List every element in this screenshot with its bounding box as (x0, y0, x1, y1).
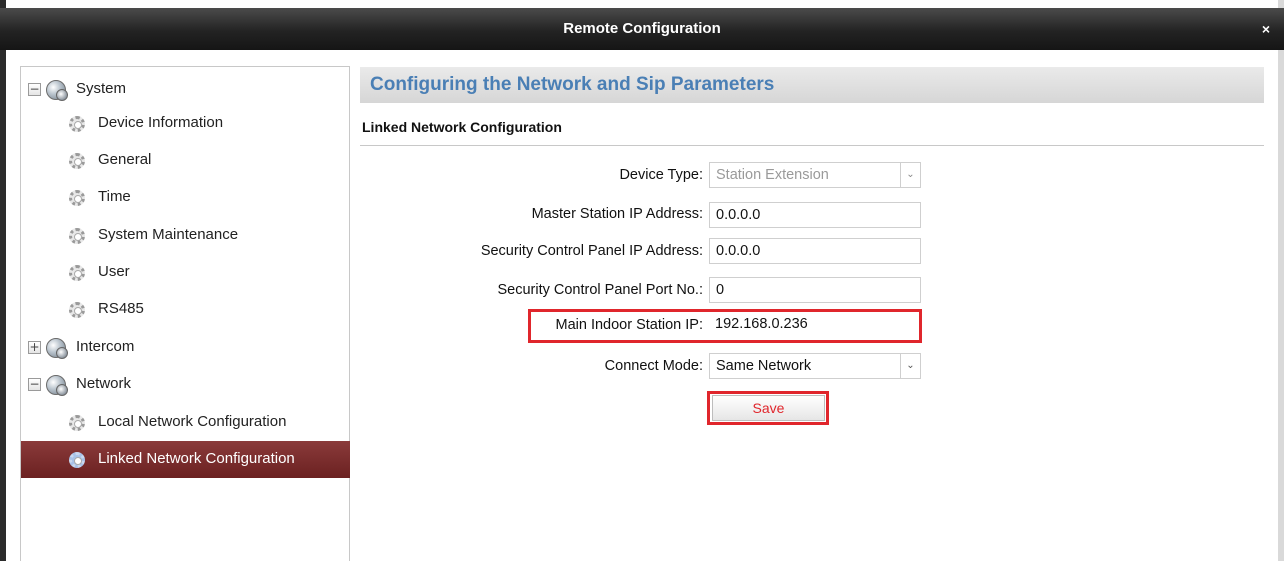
window-border-left (0, 0, 6, 561)
tree-item-linked-network-configuration[interactable]: Linked Network Configuration (21, 441, 350, 478)
gear-icon (69, 153, 85, 169)
tree-item-system-maintenance[interactable]: System Maintenance (21, 217, 349, 254)
page-title: Configuring the Network and Sip Paramete… (360, 67, 1264, 103)
collapse-icon[interactable]: − (28, 378, 41, 391)
tree-item-label: RS485 (98, 300, 144, 317)
globe-icon (46, 338, 68, 359)
master-station-ip-input[interactable]: 0.0.0.0 (709, 202, 921, 228)
tree-node-label: System (76, 80, 127, 97)
chevron-down-icon[interactable]: ⌄ (900, 163, 920, 187)
device-type-label: Device Type: (619, 167, 703, 183)
device-type-value: Station Extension (716, 167, 829, 183)
expand-icon[interactable]: + (28, 341, 41, 354)
close-icon[interactable]: × (1262, 8, 1270, 50)
security-panel-ip-label: Security Control Panel IP Address: (480, 243, 703, 259)
security-panel-port-value: 0 (716, 282, 725, 298)
tree-node-system[interactable]: − System (21, 71, 349, 108)
security-panel-port-input[interactable]: 0 (709, 277, 921, 303)
section-title: Linked Network Configuration (360, 112, 1264, 146)
connect-mode-label: Connect Mode: (604, 358, 703, 374)
connect-mode-value: Same Network (716, 358, 812, 374)
save-button[interactable]: Save (712, 395, 825, 421)
connect-mode-select[interactable]: Same Network ⌄ (709, 353, 921, 379)
tree-item-user[interactable]: User (21, 254, 349, 291)
tree-item-local-network-configuration[interactable]: Local Network Configuration (21, 404, 349, 441)
tree-node-label: Intercom (76, 338, 135, 355)
chevron-down-icon[interactable]: ⌄ (900, 354, 920, 378)
gear-icon (69, 190, 85, 206)
gear-icon (69, 302, 85, 318)
title-bar: Remote Configuration × (0, 8, 1284, 50)
tree-item-label: Linked Network Configuration (98, 450, 295, 467)
window-border-right (1278, 0, 1284, 561)
main-indoor-ip-value: 192.168.0.236 (715, 316, 808, 332)
collapse-icon[interactable]: − (28, 83, 41, 96)
window-title: Remote Configuration (563, 20, 721, 37)
tree-item-general[interactable]: General (21, 142, 349, 179)
tree-node-network[interactable]: − Network (21, 366, 349, 403)
globe-icon (46, 80, 68, 101)
tree-item-time[interactable]: Time (21, 179, 349, 216)
remote-configuration-window: Remote Configuration × − System Device I… (0, 0, 1284, 561)
tree-item-rs485[interactable]: RS485 (21, 291, 349, 328)
gear-icon (69, 228, 85, 244)
gear-icon (69, 415, 85, 431)
security-panel-ip-value: 0.0.0.0 (716, 243, 761, 259)
configuration-tree: − System Device Information General Time… (20, 66, 350, 561)
tree-node-label: Network (76, 375, 132, 392)
tree-item-label: System Maintenance (98, 226, 239, 243)
tree-item-device-information[interactable]: Device Information (21, 105, 349, 142)
tree-item-label: General (98, 151, 152, 168)
security-panel-port-label: Security Control Panel Port No.: (497, 282, 703, 298)
tree-node-intercom[interactable]: + Intercom (21, 329, 349, 366)
gear-icon (69, 452, 85, 468)
gear-icon (69, 265, 85, 281)
tree-item-label: User (98, 263, 130, 280)
master-station-ip-label: Master Station IP Address: (531, 206, 703, 222)
tree-item-label: Time (98, 188, 131, 205)
gear-icon (69, 116, 85, 132)
tree-item-label: Device Information (98, 114, 224, 131)
master-station-ip-value: 0.0.0.0 (716, 207, 761, 223)
tree-item-label: Local Network Configuration (98, 413, 287, 430)
main-indoor-ip-input[interactable]: 192.168.0.236 (709, 312, 919, 338)
security-panel-ip-input[interactable]: 0.0.0.0 (709, 238, 921, 264)
globe-icon (46, 375, 68, 396)
device-type-select[interactable]: Station Extension ⌄ (709, 162, 921, 188)
main-indoor-ip-label: Main Indoor Station IP: (555, 317, 704, 333)
